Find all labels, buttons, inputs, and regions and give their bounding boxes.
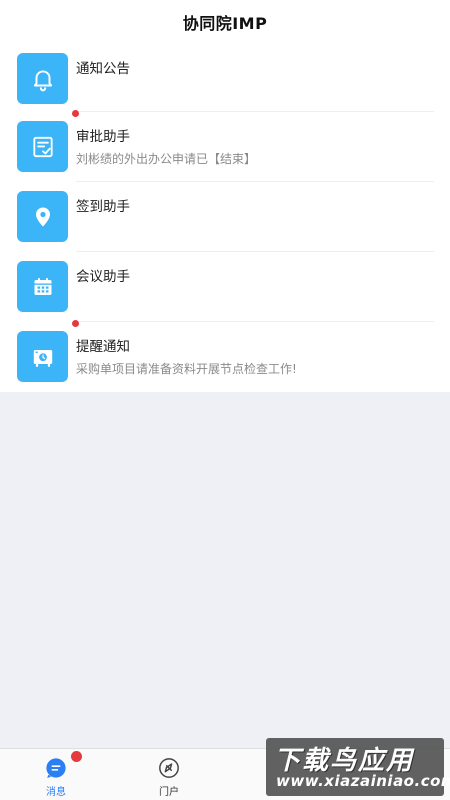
message-badge (71, 751, 82, 762)
watermark-logo: 下载鸟应用 www.xiazainiao.com (266, 738, 450, 796)
item-subtitle: 刘彬绩的外出办公申请已【结束】 (76, 152, 257, 166)
unread-dot (72, 110, 79, 117)
tab-label: 消息 (46, 787, 66, 798)
item-subtitle: 采购单项目请准备资料开展节点检查工作! (76, 362, 297, 376)
list-item-reminder[interactable]: 提醒通知 采购单项目请准备资料开展节点检查工作! (0, 320, 450, 392)
page-title: 协同院IMP (182, 14, 268, 33)
top-header: 协同院IMP (0, 0, 450, 44)
calendar-icon (34, 277, 51, 295)
meeting-icon-box (17, 261, 68, 312)
checkin-icon-box (17, 191, 68, 242)
list-item-meeting[interactable]: 会议助手 (0, 252, 450, 322)
bell-icon (33, 69, 52, 91)
watermark-url: www.xiazainiao.com (276, 772, 450, 790)
item-title: 提醒通知 (76, 339, 130, 355)
approval-icon-box (17, 121, 68, 172)
tab-portal[interactable]: 门户 (124, 749, 214, 800)
reminder-icon (33, 349, 52, 367)
approval-icon (32, 136, 53, 157)
unread-dot (72, 320, 79, 327)
list-item-notice[interactable]: 通知公告 (0, 44, 450, 112)
reminder-icon-box (17, 331, 68, 382)
list-item-approval[interactable]: 审批助手 刘彬绩的外出办公申请已【结束】 (0, 110, 450, 182)
portal-icon (159, 758, 179, 778)
item-title: 签到助手 (76, 199, 130, 215)
message-list: 通知公告 审批助手 刘彬绩的外出办公申请已【结束】 签到助手 会议助手 提醒通知… (0, 44, 450, 392)
message-list-panel: 协同院IMP 通知公告 审批助手 刘彬绩的外出办公申请已【结束】 签到助手 会议… (0, 0, 450, 392)
item-title: 审批助手 (76, 129, 130, 145)
tab-messages[interactable]: 消息 (11, 749, 101, 800)
tab-label: 门户 (159, 787, 179, 798)
list-item-checkin[interactable]: 签到助手 (0, 182, 450, 252)
item-title: 会议助手 (76, 269, 130, 285)
location-pin-icon (35, 207, 50, 226)
message-icon (46, 758, 66, 779)
item-title: 通知公告 (76, 61, 130, 77)
notice-icon-box (17, 53, 68, 104)
